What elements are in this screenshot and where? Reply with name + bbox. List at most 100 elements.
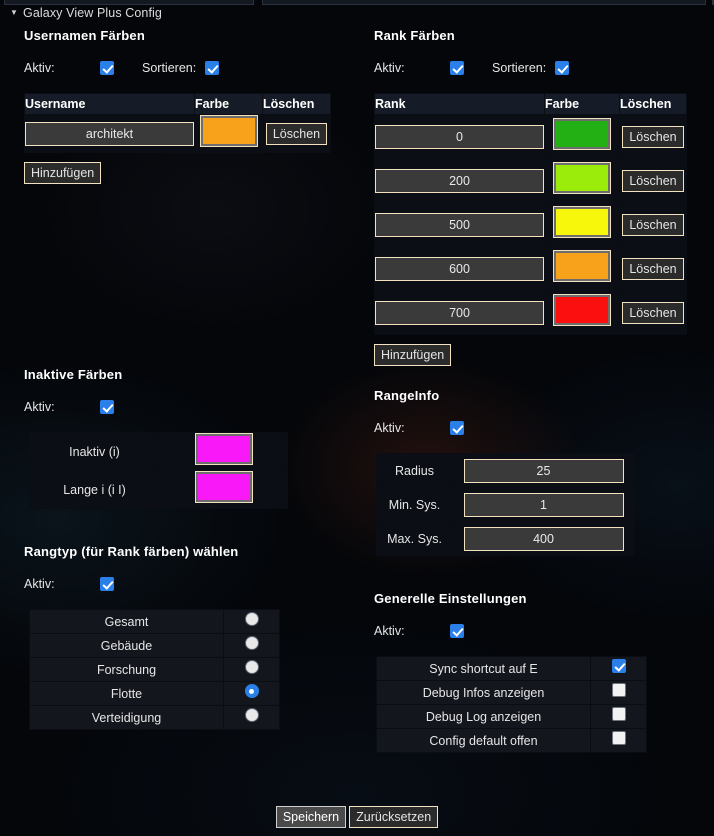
checkbox-config-default-offen[interactable] <box>611 731 626 745</box>
delete-button-4[interactable]: Löschen <box>622 301 684 324</box>
rank-color-cell-0 <box>544 114 620 159</box>
range-info-aktiv-checkbox[interactable] <box>450 421 464 435</box>
list-item[interactable]: Forschung <box>29 657 280 682</box>
range-info-table: Radius 25 Min. Sys. 1 Max. Sys. 400 <box>376 453 635 556</box>
delete-button-1[interactable]: Löschen <box>622 169 684 192</box>
add-username-button[interactable]: Hinzufügen <box>24 162 102 184</box>
rank-type-label-verteidigung: Verteidigung <box>29 705 224 730</box>
min-sys-input[interactable]: 1 <box>463 492 624 517</box>
list-item[interactable]: Config default offen <box>376 728 647 753</box>
color-swatch-wrapper[interactable] <box>553 250 611 282</box>
color-swatch-wrapper[interactable] <box>553 294 611 326</box>
delete-button-2[interactable]: Löschen <box>622 213 684 236</box>
color-swatch[interactable] <box>556 165 608 191</box>
rank-input-3[interactable]: 600 <box>375 256 544 281</box>
color-swatch-wrapper[interactable] <box>199 115 258 147</box>
color-swatch[interactable] <box>202 118 255 144</box>
color-swatch[interactable] <box>197 436 250 462</box>
radio-gebaeude[interactable] <box>244 636 259 650</box>
color-swatch[interactable] <box>556 209 608 235</box>
header-username: Username <box>24 93 195 115</box>
color-swatch-wrapper[interactable] <box>194 433 253 465</box>
rank-type-options: Gesamt Gebäude Forschung Flotte Verteidi… <box>29 609 280 730</box>
sortieren-label: Sortieren: <box>142 61 197 75</box>
table-row: architekt Löschen <box>24 114 331 153</box>
config-titlebar[interactable]: ▼ Galaxy View Plus Config <box>10 6 162 20</box>
rank-colors-aktiv-checkbox[interactable] <box>450 61 464 75</box>
delete-button[interactable]: Löschen <box>265 122 328 145</box>
color-swatch-wrapper[interactable] <box>553 118 611 150</box>
rank-color-cell-3 <box>544 246 620 291</box>
setting-checkbox-cell-debug-log[interactable] <box>590 704 647 729</box>
section-title-username-colors: Usernamen Färben <box>24 28 145 43</box>
rank-color-cell-1 <box>544 158 620 203</box>
range-label-max-sys: Max. Sys. <box>376 521 453 556</box>
rank-input-4[interactable]: 700 <box>375 300 544 325</box>
range-value-cell-min-sys: 1 <box>452 487 635 522</box>
rank-colors-sortieren-checkbox[interactable] <box>555 61 570 75</box>
rank-type-radio-cell-verteidigung[interactable] <box>223 705 280 730</box>
color-swatch-wrapper[interactable] <box>553 206 611 238</box>
list-item[interactable]: Verteidigung <box>29 705 280 730</box>
list-item[interactable]: Sync shortcut auf E <box>376 656 647 681</box>
list-item[interactable]: Gebäude <box>29 633 280 658</box>
color-swatch[interactable] <box>556 253 608 279</box>
list-item[interactable]: Debug Infos anzeigen <box>376 680 647 705</box>
list-item[interactable]: Gesamt <box>29 609 280 634</box>
setting-checkbox-cell-sync-shortcut[interactable] <box>590 656 647 681</box>
inactive-colors-aktiv-checkbox[interactable] <box>100 400 114 414</box>
radio-flotte[interactable] <box>244 684 259 698</box>
rank-color-cell-4 <box>544 290 620 335</box>
radio-verteidigung[interactable] <box>244 708 259 722</box>
username-input[interactable]: architekt <box>25 121 194 146</box>
username-colors-sortieren-checkbox[interactable] <box>205 61 220 75</box>
checkbox-sync-shortcut[interactable] <box>611 659 626 673</box>
color-swatch[interactable] <box>556 297 608 323</box>
header-loeschen: Löschen <box>262 93 331 115</box>
color-swatch-wrapper[interactable] <box>194 471 253 503</box>
rank-colors-toggles: Aktiv: Sortieren: <box>374 57 694 79</box>
header-farbe: Farbe <box>544 93 620 115</box>
max-sys-input[interactable]: 400 <box>463 526 624 551</box>
table-row: 0 Löschen <box>374 114 687 159</box>
aktiv-label: Aktiv: <box>24 577 55 591</box>
section-rank-type: Rangtyp (für Rank färben) wählen Aktiv: … <box>24 544 354 730</box>
rank-input-0[interactable]: 0 <box>375 124 544 149</box>
save-button[interactable]: Speichern <box>275 806 347 828</box>
checkbox-debug-infos[interactable] <box>611 683 626 697</box>
section-username-colors: Usernamen Färben Aktiv: Sortieren: Usern… <box>24 28 354 184</box>
aktiv-label: Aktiv: <box>24 61 55 75</box>
rank-type-radio-cell-flotte[interactable] <box>223 681 280 706</box>
general-settings-aktiv-checkbox[interactable] <box>450 624 464 638</box>
setting-checkbox-cell-config-default-offen[interactable] <box>590 728 647 753</box>
rank-type-aktiv-checkbox[interactable] <box>100 577 114 591</box>
setting-label-debug-log: Debug Log anzeigen <box>376 704 591 729</box>
radio-forschung[interactable] <box>244 660 259 674</box>
table-row: 700 Löschen <box>374 290 687 335</box>
radius-input[interactable]: 25 <box>463 458 624 483</box>
rank-input-1[interactable]: 200 <box>375 168 544 193</box>
rank-type-radio-cell-gebaeude[interactable] <box>223 633 280 658</box>
rank-color-cell-2 <box>544 202 620 247</box>
color-swatch[interactable] <box>197 474 250 500</box>
aktiv-label: Aktiv: <box>374 61 405 75</box>
checkbox-debug-log[interactable] <box>611 707 626 721</box>
rank-input-2[interactable]: 500 <box>375 212 544 237</box>
caret-down-icon[interactable]: ▼ <box>10 9 18 17</box>
delete-button-3[interactable]: Löschen <box>622 257 684 280</box>
color-swatch[interactable] <box>556 121 608 147</box>
rank-add-row: Hinzufügen <box>374 344 694 366</box>
rank-type-label-forschung: Forschung <box>29 657 224 682</box>
username-colors-table: Username Farbe Löschen architekt Löschen <box>24 93 331 153</box>
setting-checkbox-cell-debug-infos[interactable] <box>590 680 647 705</box>
color-swatch-wrapper[interactable] <box>553 162 611 194</box>
delete-button-0[interactable]: Löschen <box>622 125 684 148</box>
list-item[interactable]: Debug Log anzeigen <box>376 704 647 729</box>
radio-gesamt[interactable] <box>244 612 259 626</box>
list-item[interactable]: Flotte <box>29 681 280 706</box>
rank-type-radio-cell-gesamt[interactable] <box>223 609 280 634</box>
rank-type-radio-cell-forschung[interactable] <box>223 657 280 682</box>
reset-button[interactable]: Zurücksetzen <box>349 806 439 828</box>
add-rank-button[interactable]: Hinzufügen <box>374 344 452 366</box>
username-colors-aktiv-checkbox[interactable] <box>100 61 114 75</box>
